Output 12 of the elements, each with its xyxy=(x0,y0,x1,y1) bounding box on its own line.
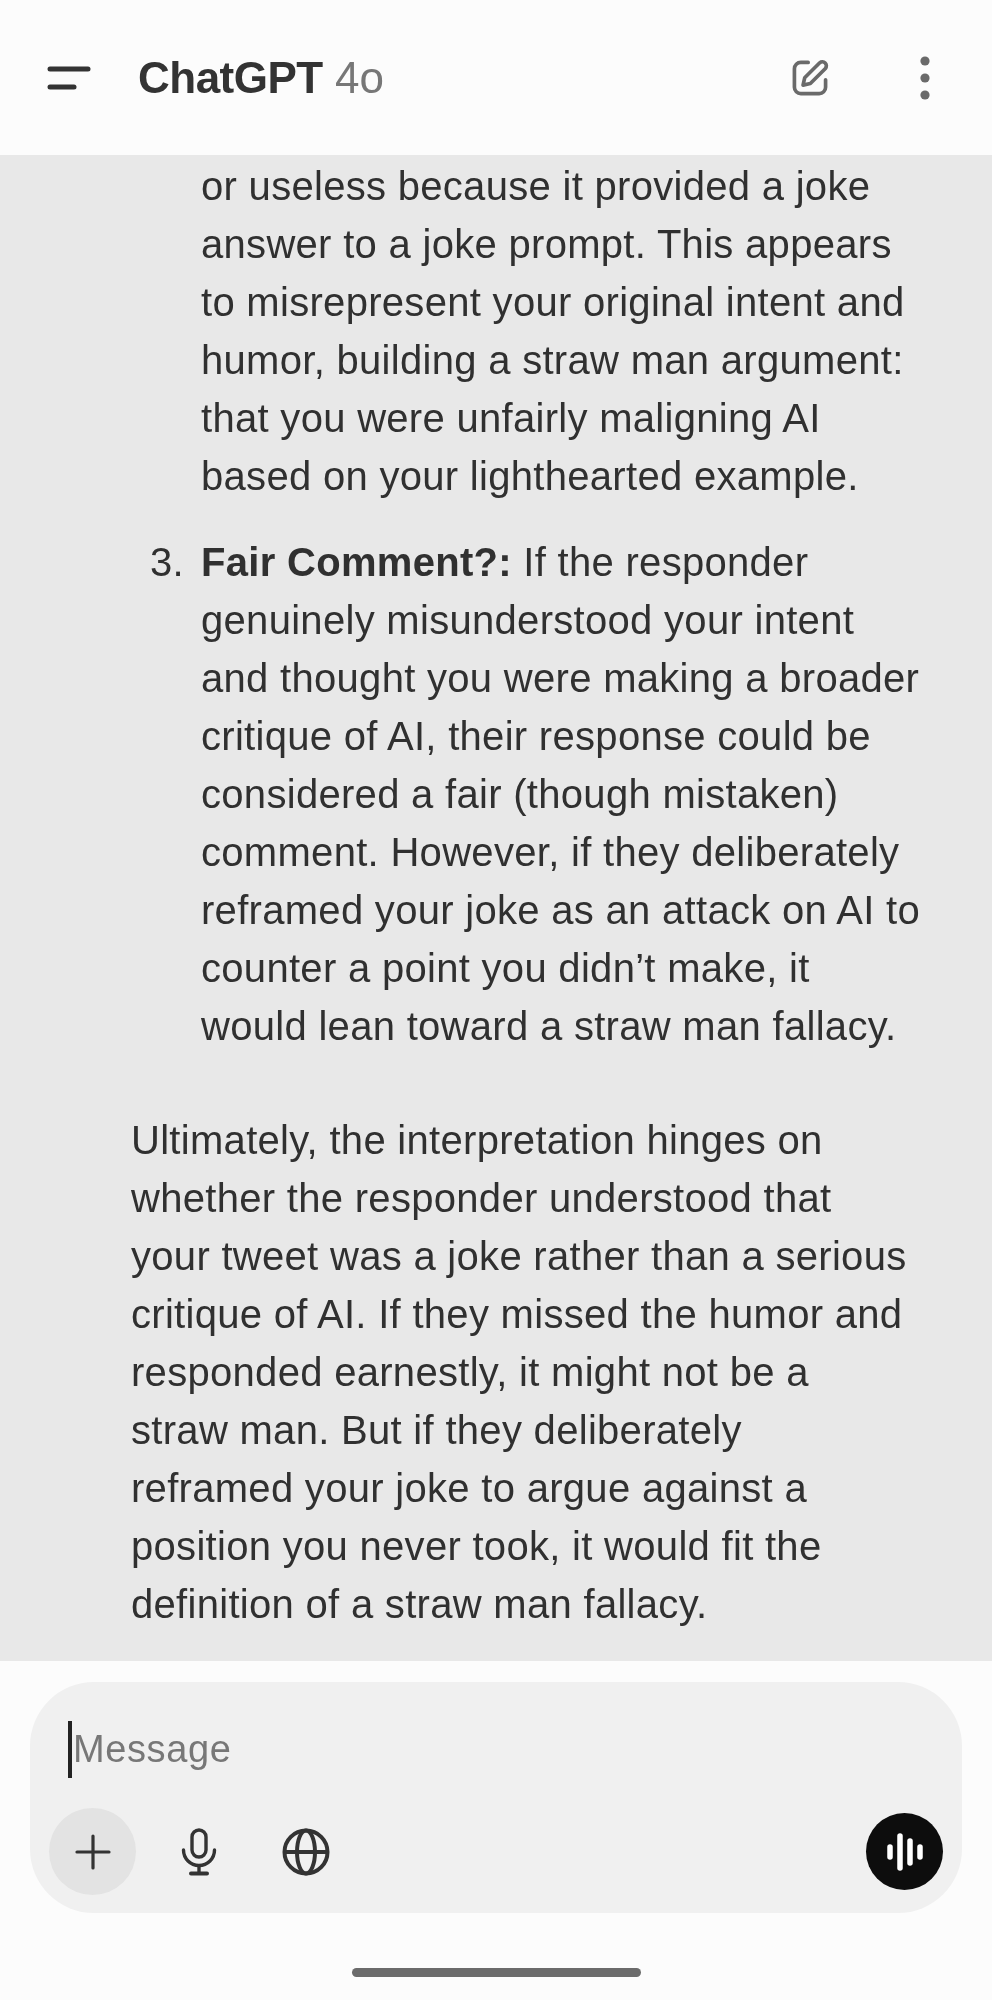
message-input[interactable]: Message xyxy=(72,1721,943,1778)
waveform-icon xyxy=(884,1831,925,1872)
paragraph-text: Ultimately, the interpretation hinges on whether the responder understood that your tweet was a joke rather than a serious critique of AI. If they missed the humor and responded earnestly, it might not be a straw man. But if they deliberately reframed your joke to argue against a position you never took, it would fit the definition of a straw man fallacy. xyxy=(131,1117,908,1628)
list-item-text: or useless because it provided a joke answer to a joke prompt. This appears to misrepresent your original intent and humor, building a straw man argument: that you were unfairly maligning AI based on your lighthearted example. xyxy=(201,163,906,500)
plus-icon xyxy=(74,1833,111,1870)
model-selector[interactable]: ChatGPT 4o xyxy=(138,50,384,105)
list-item-text: Fair Comment?: If the responder genuinely misunderstood your intent and thought you were making a broader critique of AI, their response could be considered a fair (though mistaken) comment. However, if they deliberately reframed your joke as an attack on AI to counter a point you didn’t make, it would lean toward a straw man fallacy. xyxy=(201,539,922,1050)
microphone-icon[interactable] xyxy=(180,1827,218,1876)
menu-icon[interactable] xyxy=(47,64,91,91)
globe-icon[interactable] xyxy=(282,1827,330,1876)
list-number: 3. xyxy=(150,539,185,586)
more-options-icon[interactable] xyxy=(920,55,930,100)
